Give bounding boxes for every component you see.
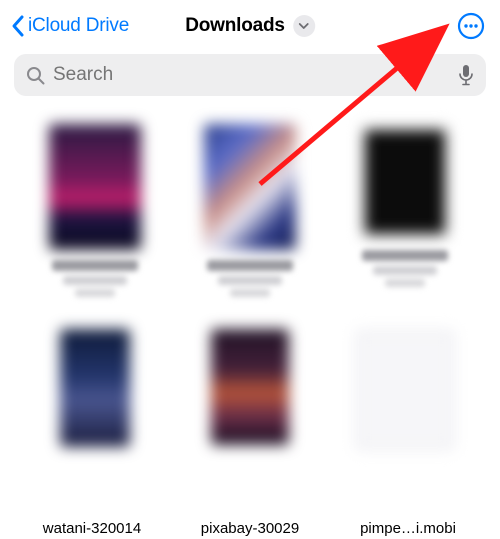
file-item[interactable] [339, 329, 472, 461]
file-meta [207, 260, 293, 297]
more-options-button[interactable] [456, 11, 486, 41]
file-name: watani-320014 [22, 520, 162, 537]
chevron-down-icon [293, 15, 315, 37]
file-item[interactable] [339, 124, 472, 297]
file-grid [0, 106, 500, 461]
file-thumbnail [60, 329, 130, 447]
mic-icon[interactable] [458, 64, 474, 86]
file-thumbnail [204, 124, 296, 250]
file-item[interactable] [183, 124, 316, 297]
navigation-bar: iCloud Drive Downloads [0, 0, 500, 50]
back-label: iCloud Drive [28, 15, 129, 37]
file-thumbnail [355, 329, 455, 451]
file-name: pixabay-30029 [180, 520, 320, 537]
back-button[interactable]: iCloud Drive [10, 14, 129, 38]
file-thumbnail [359, 124, 451, 240]
page-title: Downloads [185, 15, 285, 37]
bottom-filename-row: watani-320014 pixabay-30029 pimpe…i.mobi [0, 520, 500, 539]
search-input[interactable] [53, 64, 450, 86]
ellipsis-circle-icon [457, 12, 485, 40]
file-item[interactable] [28, 329, 161, 461]
search-row [0, 50, 500, 106]
file-thumbnail [211, 329, 289, 445]
file-item[interactable] [28, 124, 161, 297]
file-thumbnail [49, 124, 141, 250]
file-name: pimpe…i.mobi [338, 520, 478, 537]
search-field[interactable] [14, 54, 486, 96]
chevron-left-icon [10, 14, 26, 38]
file-item[interactable] [183, 329, 316, 461]
title-group[interactable]: Downloads [185, 15, 315, 37]
file-meta [52, 260, 138, 297]
file-meta [362, 250, 448, 287]
search-icon [26, 66, 45, 85]
